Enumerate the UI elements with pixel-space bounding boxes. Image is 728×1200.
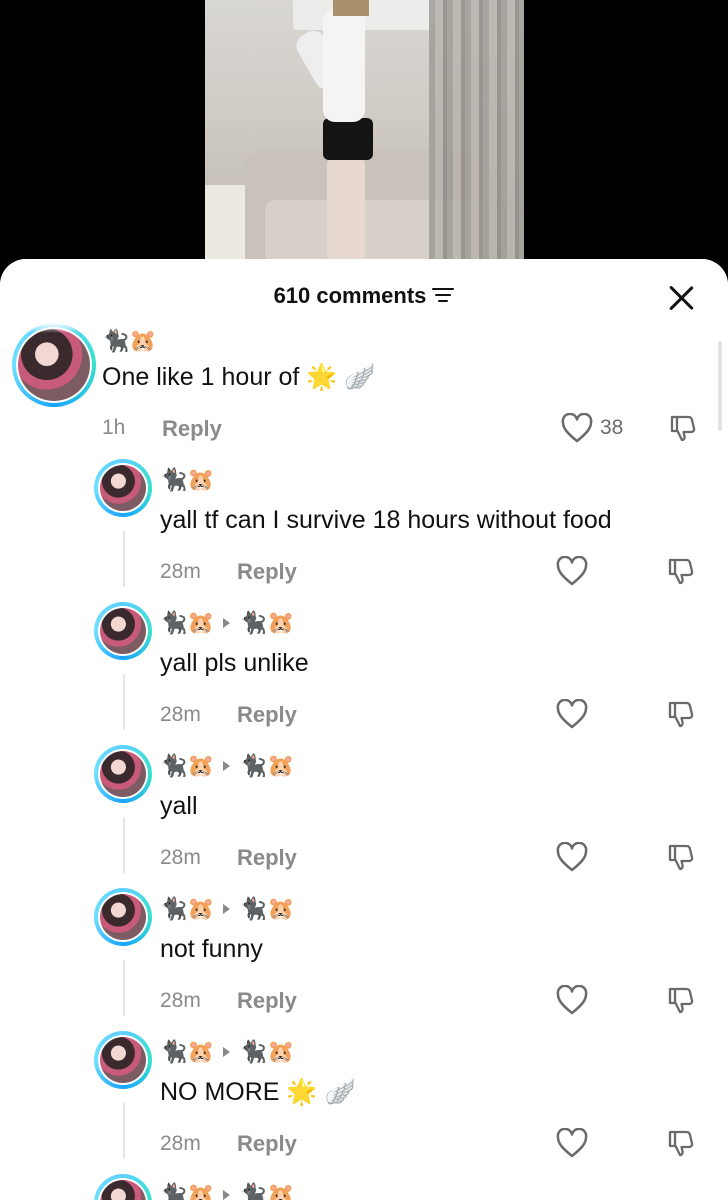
comment-text: yall tf can I survive 18 hours without f… bbox=[160, 506, 612, 534]
comment-time: 1h bbox=[102, 416, 126, 439]
reply-button[interactable]: Reply bbox=[162, 416, 222, 442]
comment-username[interactable]: 🐈‍⬛🐹 🐈‍⬛🐹 bbox=[160, 1039, 295, 1065]
heart-icon[interactable] bbox=[556, 985, 588, 1015]
username-text[interactable]: 🐈‍⬛🐹 bbox=[160, 467, 215, 492]
comment-text: yall pls unlike bbox=[160, 649, 309, 677]
comment-text: One like 1 hour of 🌟 🪽 bbox=[102, 363, 376, 391]
filter-icon[interactable] bbox=[432, 287, 455, 303]
comments-count: 610 comments bbox=[273, 283, 427, 308]
comment-username[interactable]: 🐈‍⬛🐹 🐈‍⬛🐹 bbox=[160, 1182, 295, 1200]
comment-time: 28m bbox=[160, 703, 201, 726]
reply-arrow-icon bbox=[222, 903, 230, 914]
comment-list[interactable]: 🐈‍⬛🐹 One like 1 hour of 🌟 🪽 1h Reply 38 … bbox=[0, 259, 728, 1200]
person-top bbox=[323, 10, 365, 122]
avatar[interactable] bbox=[94, 888, 152, 946]
side-table bbox=[205, 185, 247, 262]
avatar[interactable] bbox=[94, 1174, 152, 1200]
box-head bbox=[333, 0, 369, 16]
username-text[interactable]: 🐈‍⬛🐹 bbox=[160, 753, 215, 778]
dislike-icon[interactable] bbox=[666, 699, 696, 729]
avatar[interactable] bbox=[94, 602, 152, 660]
dislike-icon[interactable] bbox=[666, 1128, 696, 1158]
thread-line bbox=[123, 674, 125, 730]
dislike-icon[interactable] bbox=[668, 413, 698, 443]
person-shorts bbox=[323, 118, 373, 160]
thread-line bbox=[123, 531, 125, 587]
reply-to-username[interactable]: 🐈‍⬛🐹 bbox=[240, 753, 295, 778]
curtain bbox=[429, 0, 524, 262]
reply-button[interactable]: Reply bbox=[237, 1131, 297, 1157]
reply-to-username[interactable]: 🐈‍⬛🐹 bbox=[240, 1039, 295, 1064]
dislike-icon[interactable] bbox=[666, 985, 696, 1015]
comment-username[interactable]: 🐈‍⬛🐹 bbox=[160, 467, 215, 493]
avatar[interactable] bbox=[94, 745, 152, 803]
avatar[interactable] bbox=[12, 323, 96, 407]
comment-time: 28m bbox=[160, 989, 201, 1012]
reply-button[interactable]: Reply bbox=[237, 845, 297, 871]
dislike-icon[interactable] bbox=[666, 556, 696, 586]
username-text[interactable]: 🐈‍⬛🐹 bbox=[160, 1039, 215, 1064]
thread-line bbox=[123, 1103, 125, 1159]
heart-icon[interactable] bbox=[556, 556, 588, 586]
close-icon[interactable] bbox=[666, 283, 696, 313]
username-text[interactable]: 🐈‍⬛🐹 bbox=[160, 1182, 215, 1200]
comment-time: 28m bbox=[160, 846, 201, 869]
username-text[interactable]: 🐈‍⬛🐹 bbox=[160, 610, 215, 635]
heart-icon[interactable] bbox=[561, 413, 593, 443]
heart-icon[interactable] bbox=[556, 1128, 588, 1158]
like-count: 38 bbox=[600, 416, 624, 439]
scrollbar[interactable] bbox=[718, 341, 722, 431]
avatar[interactable] bbox=[94, 459, 152, 517]
comment-username[interactable]: 🐈‍⬛🐹 🐈‍⬛🐹 bbox=[160, 753, 295, 779]
username-text[interactable]: 🐈‍⬛🐹 bbox=[160, 896, 215, 921]
reply-arrow-icon bbox=[222, 1189, 230, 1200]
comment-time: 28m bbox=[160, 560, 201, 583]
dislike-icon[interactable] bbox=[666, 842, 696, 872]
thread-line bbox=[123, 817, 125, 873]
reply-to-username[interactable]: 🐈‍⬛🐹 bbox=[240, 1182, 295, 1200]
heart-icon[interactable] bbox=[556, 842, 588, 872]
reply-to-username[interactable]: 🐈‍⬛🐹 bbox=[240, 896, 295, 921]
comment-text: not funny bbox=[160, 935, 263, 963]
sheet-header: 610 comments bbox=[0, 259, 728, 333]
thread-line bbox=[123, 960, 125, 1016]
person-legs bbox=[327, 158, 365, 262]
comment-text: yall bbox=[160, 792, 198, 820]
reply-button[interactable]: Reply bbox=[237, 559, 297, 585]
comment-time: 28m bbox=[160, 1132, 201, 1155]
video-preview[interactable] bbox=[205, 0, 524, 262]
reply-arrow-icon bbox=[222, 617, 230, 628]
reply-button[interactable]: Reply bbox=[237, 988, 297, 1014]
reply-arrow-icon bbox=[222, 760, 230, 771]
comments-sheet: 🐈‍⬛🐹 One like 1 hour of 🌟 🪽 1h Reply 38 … bbox=[0, 259, 728, 1200]
comments-title[interactable]: 610 comments bbox=[0, 283, 728, 309]
comment-username[interactable]: 🐈‍⬛🐹 🐈‍⬛🐹 bbox=[160, 610, 295, 636]
heart-icon[interactable] bbox=[556, 699, 588, 729]
reply-button[interactable]: Reply bbox=[237, 702, 297, 728]
reply-arrow-icon bbox=[222, 1046, 230, 1057]
avatar[interactable] bbox=[94, 1031, 152, 1089]
comment-text: NO MORE 🌟 🪽 bbox=[160, 1078, 356, 1106]
comment-username[interactable]: 🐈‍⬛🐹 🐈‍⬛🐹 bbox=[160, 896, 295, 922]
reply-to-username[interactable]: 🐈‍⬛🐹 bbox=[240, 610, 295, 635]
